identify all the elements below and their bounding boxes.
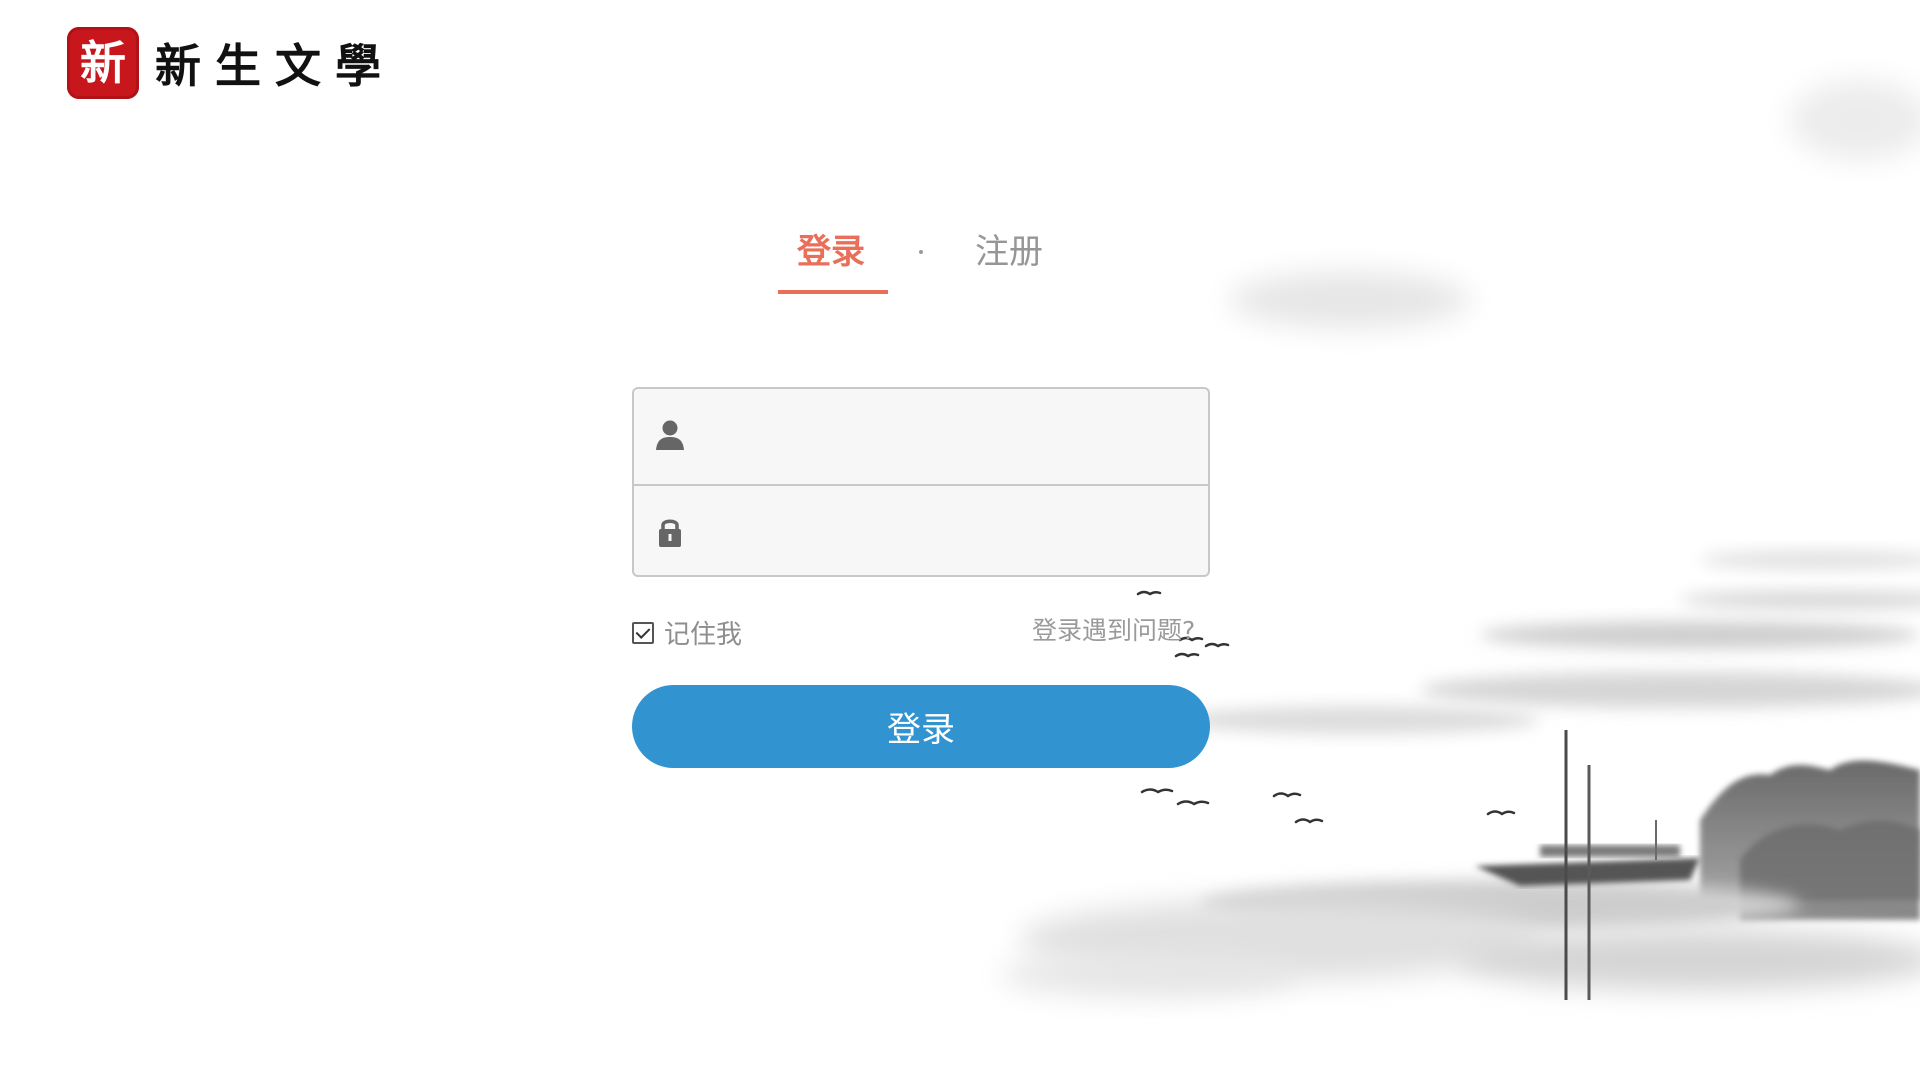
password-input[interactable] [710,486,1194,575]
login-help-link[interactable]: 登录遇到问题? [1032,611,1195,647]
remember-me-label: 记住我 [664,620,743,650]
username-input[interactable] [710,389,1194,486]
user-icon [656,420,684,450]
brand-title: 新生文學 [155,39,395,93]
lock-icon [659,519,681,547]
brand-logo[interactable]: 新 新生文學 [67,27,395,99]
auth-tabs: 登录 注册 [778,222,1078,294]
remember-me-checkbox[interactable] [632,621,654,644]
seal-logo-icon: 新 [67,27,139,99]
password-row [634,484,1208,575]
tab-login[interactable]: 登录 [797,222,865,282]
remember-me[interactable]: 记住我 [632,614,742,651]
tab-separator-dot [919,250,923,254]
login-page: 新 新生文學 登录 注册 记住我 登录遇到问题? 登录 [0,0,1920,1080]
tab-register[interactable]: 注册 [975,222,1043,282]
login-submit-button[interactable]: 登录 [632,685,1210,768]
login-form [632,387,1210,577]
username-row [634,389,1208,486]
tab-active-underline [778,290,888,294]
